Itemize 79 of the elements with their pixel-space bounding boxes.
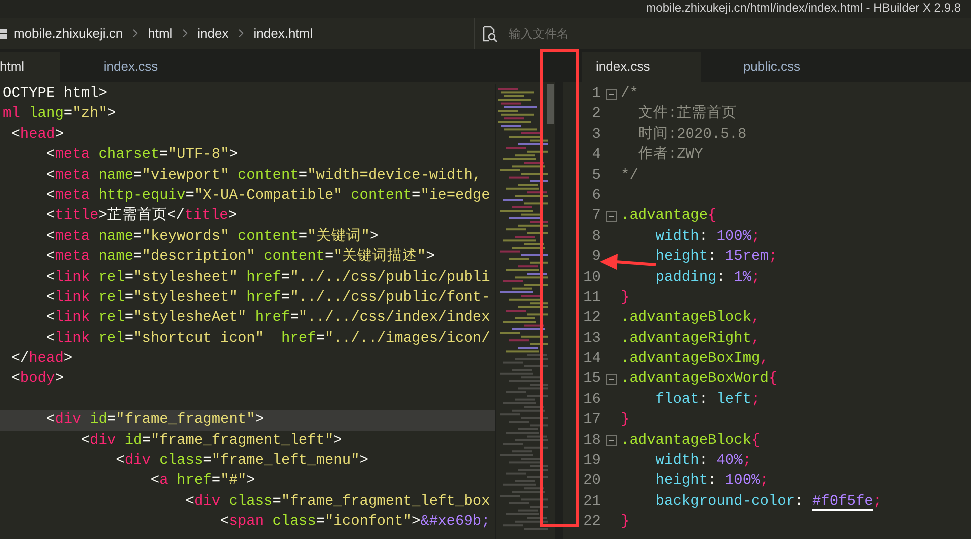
code-line: <meta http-equiv="X-UA-Compatible" content="ie=edge	[46, 188, 490, 204]
code-line: }	[621, 412, 630, 428]
line-number: 1	[591, 85, 601, 104]
code-line: <link rel="shortcut icon" href="../../images/icon/	[46, 330, 490, 347]
line-number: 11	[582, 288, 601, 308]
code-line: 作者:ZWY	[637, 147, 704, 164]
code-line: .advantageBoxImg,	[621, 351, 769, 368]
breadcrumb-item[interactable]: index.html	[254, 24, 313, 44]
code-line: width: 100%;	[654, 228, 760, 245]
line-number: 7	[591, 207, 601, 226]
line-number: 18	[582, 432, 601, 451]
code-line: <div id="frame_fragment">	[46, 412, 264, 428]
code-line: <body>	[10, 371, 64, 388]
code-line: /*	[621, 86, 638, 102]
code-line: <div class="frame_fragment_left_box	[184, 494, 490, 510]
line-number: 21	[582, 492, 601, 512]
fold-minus-icon[interactable]	[606, 211, 616, 222]
code-line: }	[621, 514, 630, 530]
code-line: .advantageBoxWord{	[621, 371, 778, 388]
code-line: width: 40%;	[654, 453, 752, 470]
line-number: 12	[582, 309, 601, 328]
line-number: 20	[582, 472, 601, 492]
code-line: .advantageBlock{	[621, 432, 760, 449]
code-line: height: 15rem;	[654, 249, 778, 266]
code-line: <head>	[10, 126, 64, 143]
line-number: 15	[582, 370, 601, 390]
line-number: 22	[582, 513, 601, 532]
code-line: 时间:2020.5.8	[637, 126, 747, 143]
code-line: padding: 1%;	[654, 270, 760, 286]
code-line: height: 100%;	[654, 473, 769, 490]
line-number: 19	[582, 452, 601, 472]
scrollbar-thumb[interactable]	[547, 84, 554, 124]
fold-minus-icon[interactable]	[606, 435, 616, 446]
line-number: 16	[582, 390, 601, 410]
annotation-arrow	[600, 253, 656, 271]
line-number: 13	[582, 330, 601, 349]
line-number: 2	[591, 105, 601, 124]
line-number: 6	[591, 186, 601, 206]
code-line: <meta charset="UTF-8">	[46, 147, 238, 164]
code-line: */	[621, 168, 638, 184]
code-line: ml lang="zh">	[3, 106, 116, 122]
breadcrumb-item[interactable]: mobile.zhixukeji.cn	[14, 24, 124, 44]
code-line: <link rel="stylesheAet" href="../../css/index/index	[46, 310, 490, 326]
fold-minus-icon[interactable]	[606, 374, 616, 386]
code-line: <meta name="keywords" content="关键词">	[46, 228, 379, 245]
code-line: }	[621, 290, 630, 306]
breadcrumb-item[interactable]: html	[148, 24, 173, 44]
code-line: .advantageBlock,	[621, 310, 760, 326]
line-number: 17	[582, 411, 601, 430]
breadcrumb-item[interactable]: index	[198, 24, 229, 44]
line-number: 9	[591, 248, 601, 268]
code-line: <div class="frame_left_menu">	[115, 453, 368, 470]
file-tab[interactable]: index.css	[582, 52, 701, 82]
window-title: mobile.zhixukeji.cn/html/index/index.html - HBuilder X 2.9.8	[646, 0, 961, 17]
code-line: OCTYPE html>	[3, 86, 108, 102]
code-line: </head>	[10, 351, 73, 368]
code-line: .advantage{	[621, 208, 717, 224]
code-line: <span class="iconfont">&#xe69b;	[220, 514, 490, 530]
code-line: background-color: #f0f5fe;	[654, 494, 882, 510]
line-number: 14	[582, 350, 601, 370]
line-number: 4	[591, 146, 601, 166]
search-icon[interactable]	[482, 26, 498, 42]
line-number: 8	[591, 228, 601, 247]
line-number: 5	[591, 166, 601, 186]
code-line: <link rel="stylesheet" href="../../css/public/publi	[46, 270, 490, 286]
code-line: <meta name="viewport" content="width=device-width,	[46, 168, 482, 184]
code-line: <div id="frame_fragment_left">	[80, 432, 342, 449]
code-line: .advantageRight,	[621, 330, 760, 347]
code-line: 文件:芷需首页	[637, 106, 738, 122]
code-line: <link rel="stylesheet" href="../../css/public/font-	[46, 290, 490, 306]
code-line: <a href="#">	[150, 473, 256, 490]
code-line: <meta name="description" content="关键词描述">	[46, 249, 435, 266]
line-number: 3	[591, 126, 601, 145]
fold-minus-icon[interactable]	[606, 88, 616, 100]
code-line: float: left;	[654, 392, 760, 408]
file-search-field[interactable]: 输入文件名	[509, 24, 949, 42]
code-line: <title>芷需首页</title>	[46, 208, 238, 224]
file-tab[interactable]: html	[0, 52, 60, 82]
line-number: 10	[582, 268, 601, 288]
